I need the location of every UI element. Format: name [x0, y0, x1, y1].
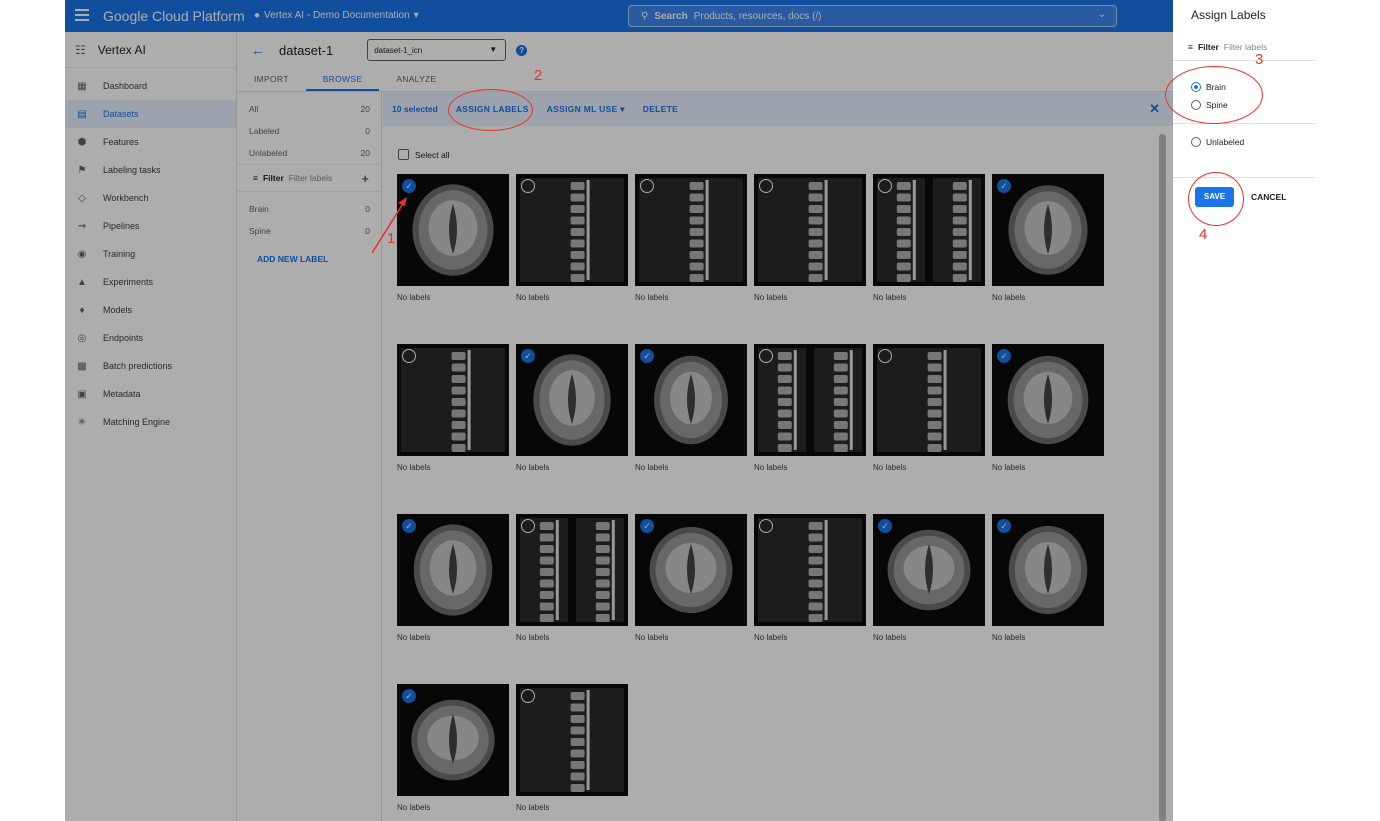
annotation-number: 3 [1255, 51, 1264, 68]
radio-unlabeled-button[interactable] [1191, 137, 1201, 147]
annotation-circle [1165, 66, 1263, 124]
assign-filter-bar: ≡ Filter Filter labels [1188, 36, 1316, 58]
assign-labels-title: Assign Labels [1191, 8, 1266, 22]
radio-unlabeled-label: Unlabeled [1206, 137, 1245, 147]
cancel-button[interactable]: CANCEL [1251, 192, 1286, 202]
divider [1173, 60, 1315, 61]
annotation-number: 2 [534, 67, 543, 84]
annotation-circle [448, 89, 533, 131]
assign-filter-label: Filter [1197, 42, 1219, 52]
filter-icon: ≡ [1188, 42, 1193, 52]
annotation-number: 1 [387, 230, 396, 247]
console-app: Google Cloud Platform ● Vertex AI - Demo… [65, 0, 1173, 821]
annotation-number: 4 [1199, 226, 1208, 243]
divider [1173, 177, 1315, 178]
divider [1173, 123, 1315, 124]
radio-unlabeled[interactable]: Unlabeled [1191, 137, 1244, 147]
modal-overlay[interactable] [65, 0, 1173, 821]
annotation-circle [1188, 172, 1244, 226]
